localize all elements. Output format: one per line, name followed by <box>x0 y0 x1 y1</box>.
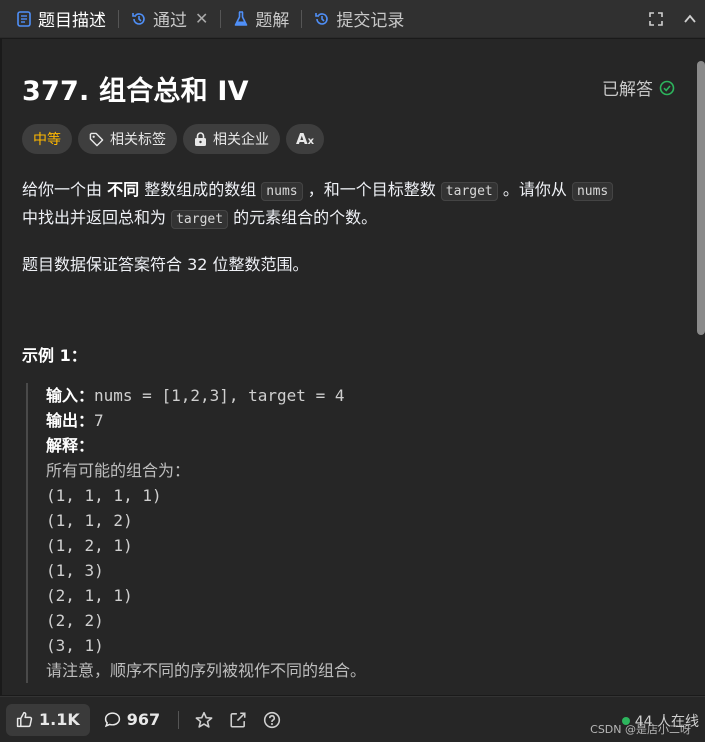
question-circle-icon <box>264 711 281 728</box>
example-line: (1, 1, 1, 1) <box>46 486 162 505</box>
star-icon <box>195 711 213 728</box>
example-line: 请注意，顺序不同的序列被视作不同的组合。 <box>46 661 367 680</box>
example-line: (2, 2) <box>46 611 104 630</box>
check-circle-icon <box>659 80 675 95</box>
share-button[interactable] <box>221 704 255 736</box>
code-nums: nums <box>261 182 303 201</box>
history-icon <box>314 11 330 27</box>
difficulty-badge: 中等 <box>22 124 72 154</box>
example-line: (1, 2, 1) <box>46 536 133 555</box>
tab-divider <box>220 9 222 28</box>
tab-accepted-label: 通过 <box>153 11 187 31</box>
scrollbar-thumb[interactable] <box>697 61 705 335</box>
share-icon <box>230 711 246 728</box>
solved-status: 已解答 <box>602 75 675 100</box>
tab-submissions-label: 提交记录 <box>336 11 405 31</box>
tab-accepted[interactable]: 通过 ✕ <box>125 0 214 38</box>
close-icon[interactable]: ✕ <box>195 9 208 28</box>
help-button[interactable] <box>255 704 289 736</box>
related-tags-button[interactable]: 相关标签 <box>78 124 177 154</box>
problem-panel: 377. 组合总和 IV 已解答 中等 相关标签 相关企业 Ax 给你一个由 不… <box>2 39 705 695</box>
comment-icon <box>104 712 120 728</box>
example-output: 输出：7 <box>46 411 104 430</box>
example-line: (1, 3) <box>46 561 104 580</box>
code-target: target <box>440 182 498 201</box>
like-count: 1.1K <box>39 710 80 729</box>
like-button[interactable]: 1.1K <box>6 703 90 736</box>
example-explain-label: 解释： <box>46 436 95 455</box>
description-icon <box>16 10 32 27</box>
scrollbar[interactable] <box>697 49 705 689</box>
chevron-up-icon <box>684 14 696 23</box>
tab-solutions-label: 题解 <box>255 11 290 31</box>
comments-button[interactable]: 967 <box>94 704 170 736</box>
tab-bar: 题目描述 通过 ✕ 题解 提交记录 <box>0 0 705 38</box>
problem-constraint-text: 题目数据保证答案符合 32 位整数范围。 <box>22 255 309 274</box>
tag-row: 中等 相关标签 相关企业 Ax <box>22 124 325 154</box>
code-nums: nums <box>571 182 614 201</box>
problem-description: 给你一个由 不同 整数组成的数组 nums ，和一个目标整数 target 。请… <box>22 177 672 233</box>
tab-description[interactable]: 题目描述 <box>10 0 112 38</box>
history-icon <box>131 11 147 27</box>
bottom-bar: 1.1K 967 44 人在线 CSDN @是店小二呀 <box>0 696 705 742</box>
code-target: target <box>171 210 229 229</box>
example-input: 输入：nums = [1,2,3], target = 4 <box>46 386 345 405</box>
example-line: 所有可能的组合为： <box>46 461 191 480</box>
tab-description-label: 题目描述 <box>38 11 106 31</box>
tab-solutions[interactable]: 题解 <box>227 0 295 38</box>
related-tags-label: 相关标签 <box>110 132 166 148</box>
related-companies-label: 相关企业 <box>213 132 269 148</box>
footer-divider <box>178 710 180 729</box>
flask-icon <box>233 10 249 27</box>
example-line: (1, 1, 2) <box>46 511 133 530</box>
example-line: (3, 1) <box>46 636 104 655</box>
related-companies-button[interactable]: 相关企业 <box>183 124 280 154</box>
expand-icon <box>649 12 663 26</box>
tab-tools <box>645 0 701 38</box>
collapse-button[interactable] <box>679 8 701 30</box>
translate-button[interactable]: Ax <box>286 124 325 154</box>
translate-icon: Ax <box>296 130 315 148</box>
tag-icon <box>89 132 104 146</box>
watermark: CSDN @是店小二呀 <box>590 723 691 736</box>
lock-icon <box>195 131 206 146</box>
tab-submissions[interactable]: 提交记录 <box>308 0 410 38</box>
solved-label: 已解答 <box>602 80 653 100</box>
favorite-button[interactable] <box>187 704 221 736</box>
example-line: (2, 1, 1) <box>46 586 133 605</box>
tab-divider <box>301 9 303 28</box>
comment-count: 967 <box>126 710 161 729</box>
example-title: 示例 1： <box>22 346 87 365</box>
problem-title: 377. 组合总和 IV <box>22 76 249 107</box>
example-block: 输入：nums = [1,2,3], target = 4 输出：7 解释： 所… <box>26 383 666 683</box>
tab-divider <box>118 9 119 28</box>
thumbs-up-icon <box>16 711 33 728</box>
fullscreen-button[interactable] <box>645 8 667 30</box>
